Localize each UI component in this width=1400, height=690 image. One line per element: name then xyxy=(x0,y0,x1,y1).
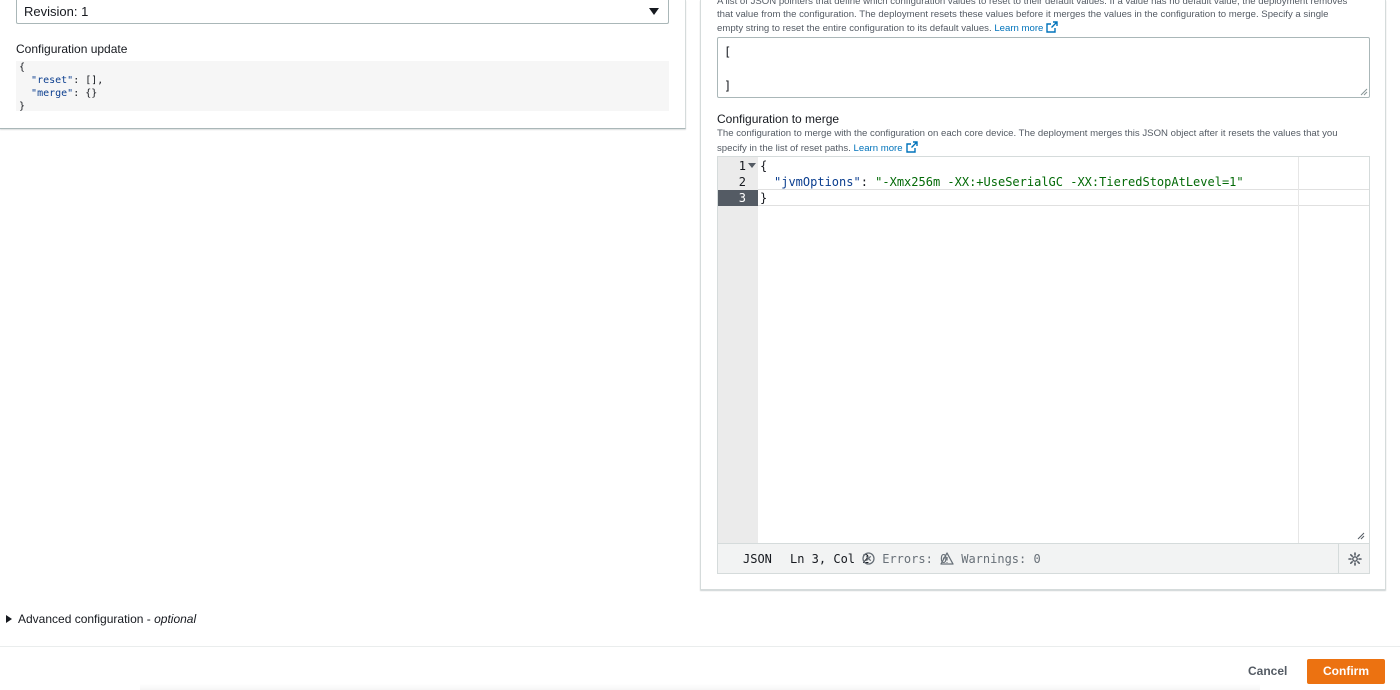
merge-description: The configuration to merge with the conf… xyxy=(717,128,1338,155)
component-config-panel: Revision: 1 Configuration update { "rese… xyxy=(0,0,686,129)
code-key: "merge" xyxy=(31,88,74,99)
learn-more-label: Learn more xyxy=(853,142,903,154)
advanced-configuration-toggle[interactable]: Advanced configuration - optional xyxy=(6,612,196,626)
code-key: "reset" xyxy=(31,75,74,86)
description-line: The configuration to merge with the conf… xyxy=(717,128,1338,139)
code-value: : {} xyxy=(73,88,98,99)
revision-select[interactable]: Revision: 1 xyxy=(16,0,669,24)
code-line: "jvmOptions": "-Xmx256m -XX:+UseSerialGC… xyxy=(774,174,1244,190)
line-number: 2 xyxy=(718,174,758,190)
warnings-indicator[interactable]: Warnings: 0 xyxy=(940,544,1041,574)
description-line: A list of JSON pointers that define whic… xyxy=(717,0,1348,7)
learn-more-link[interactable]: Learn more xyxy=(853,140,918,154)
caret-down-icon xyxy=(649,8,659,15)
resize-grip-icon[interactable] xyxy=(1359,87,1368,96)
code-value: : [], xyxy=(73,75,104,86)
line-number-label: 2 xyxy=(738,175,746,189)
code-line: { xyxy=(19,62,26,73)
language-label: JSON xyxy=(743,552,772,566)
editor-gutter: 1 2 3 xyxy=(718,157,758,543)
learn-more-label: Learn more xyxy=(994,23,1044,35)
editor-status-bar: JSON Ln 3, Col 2 Errors: 0 Warnings: 0 xyxy=(718,543,1369,574)
confirm-button[interactable]: Confirm xyxy=(1307,659,1385,684)
reset-value-open: [ xyxy=(724,45,732,59)
configuration-to-merge-label: Configuration to merge xyxy=(717,112,840,126)
line-number-label: 3 xyxy=(738,191,746,205)
json-key: "jvmOptions" xyxy=(774,175,861,189)
warning-icon xyxy=(940,552,954,565)
footer-shadow xyxy=(140,684,1260,690)
learn-more-link[interactable]: Learn more xyxy=(994,21,1059,35)
resize-grip-icon[interactable] xyxy=(1356,531,1365,540)
line-number: 1 xyxy=(718,158,758,174)
errors-indicator[interactable]: Errors: 0 xyxy=(862,544,947,574)
line-number-label: 1 xyxy=(738,159,746,173)
editor-code-area[interactable]: { "jvmOptions": "-Xmx256m -XX:+UseSerial… xyxy=(758,157,1297,543)
code-brace: } xyxy=(760,191,768,205)
reset-value-close: ] xyxy=(724,79,732,93)
error-icon xyxy=(862,552,875,565)
json-separator: : xyxy=(860,175,876,189)
cursor-position: Ln 3, Col 2 xyxy=(790,552,870,566)
revision-select-value: Revision: 1 xyxy=(24,4,89,19)
code-brace: { xyxy=(760,159,768,173)
configuration-update-label: Configuration update xyxy=(16,42,128,56)
external-link-icon xyxy=(1046,21,1059,33)
description-line: specify in the list of reset paths. xyxy=(717,142,851,154)
json-value: "-Xmx256m -XX:+UseSerialGC -XX:TieredSto… xyxy=(875,175,1244,189)
caret-right-icon xyxy=(6,615,12,623)
advanced-configuration-label: Advanced configuration - xyxy=(18,612,155,626)
description-line: empty string to reset the entire configu… xyxy=(717,23,992,35)
cancel-button[interactable]: Cancel xyxy=(1236,659,1299,683)
gear-icon xyxy=(1348,552,1362,566)
description-line: that value from the configuration. The d… xyxy=(717,8,1329,20)
optional-label: optional xyxy=(154,612,197,626)
print-margin xyxy=(1298,157,1299,543)
reset-paths-textarea[interactable]: [ ] xyxy=(717,37,1370,98)
editor-settings-button[interactable] xyxy=(1338,544,1369,574)
json-code-editor[interactable]: 1 2 3 { "jvmOptions": "-Xmx256m -XX:+Use… xyxy=(717,156,1370,574)
reset-paths-description: A list of JSON pointers that define whic… xyxy=(717,0,1347,36)
warnings-count: Warnings: 0 xyxy=(961,552,1041,566)
line-number-active: 3 xyxy=(718,190,758,206)
code-line: { xyxy=(760,158,767,174)
code-line: } xyxy=(760,190,767,206)
external-link-icon xyxy=(905,140,918,153)
configuration-update-preview: { "reset": [], "merge": {} } xyxy=(16,61,669,112)
code-line: } xyxy=(19,101,26,112)
configure-component-panel: A list of JSON pointers that define whic… xyxy=(700,0,1386,590)
errors-count: Errors: 0 xyxy=(882,552,948,566)
fold-arrow-icon[interactable] xyxy=(748,163,756,168)
